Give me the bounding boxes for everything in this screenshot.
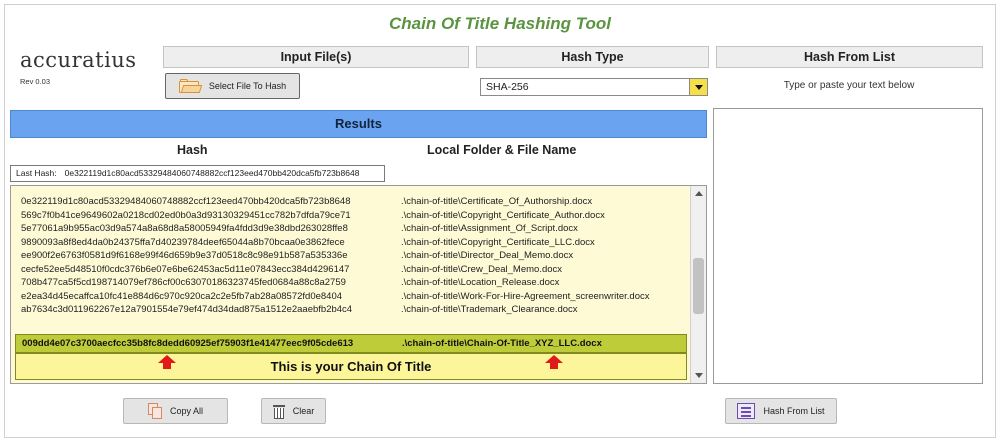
list-item[interactable]: e2ea34d45ecaffca10fc41e884d6c970c920ca2c… <box>21 290 649 303</box>
list-item[interactable]: 569c7f0b41ce9649602a0218cd02ed0b0a3d9313… <box>21 209 605 222</box>
row-file: .\chain-of-title\Work-For-Hire-Agreement… <box>401 290 650 302</box>
hash-column-header: Hash <box>177 143 208 157</box>
list-item[interactable]: ee900f2e6763f0581d9f6168e99f46d659b9e37d… <box>21 249 573 262</box>
row-hash: e2ea34d45ecaffca10fc41e884d6c970c920ca2c… <box>21 290 343 302</box>
list-item[interactable]: 9890093a8f8ed4da0b24375ffa7d40239784deef… <box>21 236 595 249</box>
copy-icon <box>147 403 162 419</box>
row-hash: 0e322119d1c80acd53329484060748882ccf123e… <box>21 196 351 207</box>
list-icon <box>737 403 756 419</box>
chevron-down-icon[interactable] <box>689 79 707 95</box>
hash-from-list-button[interactable]: Hash From List <box>725 398 837 424</box>
row-file: .\chain-of-title\Copyright_Certificate_A… <box>401 209 605 221</box>
folder-icon <box>178 79 203 93</box>
app-title: Chain Of Title Hashing Tool <box>389 14 611 33</box>
list-item[interactable]: 5e77061a9b955ac03d9a574a8a68d8a58005949f… <box>21 222 578 235</box>
row-file: .\chain-of-title\Copyright_Certificate_L… <box>401 236 595 248</box>
row-hash: 9890093a8f8ed4da0b24375ffa7d40239784deef… <box>21 236 345 248</box>
row-file: .\chain-of-title\Certificate_Of_Authorsh… <box>401 196 593 207</box>
row-file: .\chain-of-title\Director_Deal_Memo.docx <box>401 250 574 261</box>
chain-hash: 009dd4e07c3700aecfcc35b8fc8dedd60925ef75… <box>22 338 354 349</box>
input-files-header: Input File(s) <box>163 46 469 68</box>
hash-list-textarea[interactable] <box>713 108 983 384</box>
copy-all-button[interactable]: Copy All <box>123 398 228 424</box>
hash-type-header: Hash Type <box>476 46 709 68</box>
last-hash-value: 0e322119d1c80acd53329484060748882ccf123e… <box>64 168 360 178</box>
hash-from-list-header: Hash From List <box>716 46 983 68</box>
list-item[interactable]: 0e322119d1c80acd53329484060748882ccf123e… <box>21 195 592 208</box>
trash-icon <box>272 404 285 419</box>
chain-file: .\chain-of-title\Chain-Of-Title_XYZ_LLC.… <box>402 338 602 349</box>
row-file: .\chain-of-title\Trademark_Clearance.doc… <box>401 304 578 315</box>
chain-of-title-label: This is your Chain Of Title <box>270 359 432 374</box>
revision-label: Rev 0.03 <box>20 77 51 86</box>
list-item[interactable]: 708b477ca5f5cd198714079ef786cf00c6307018… <box>21 276 559 289</box>
scroll-up-icon[interactable] <box>691 186 706 201</box>
row-hash: 708b477ca5f5cd198714079ef786cf00c6307018… <box>21 277 346 288</box>
hash-from-list-label: Hash From List <box>763 406 825 416</box>
row-hash: 5e77061a9b955ac03d9a574a8a68d8a58005949f… <box>21 223 348 234</box>
arrow-up-icon <box>545 355 563 369</box>
hash-type-value: SHA-256 <box>486 81 529 93</box>
last-hash-label: Last Hash: <box>16 168 57 178</box>
select-file-label: Select File To Hash <box>208 81 287 91</box>
list-item[interactable]: cecfe52ee5d48510f0cdc376b6e07e6be62453ac… <box>21 263 562 276</box>
row-hash: ee900f2e6763f0581d9f6168e99f46d659b9e37d… <box>21 250 348 261</box>
chain-of-title-banner: This is your Chain Of Title <box>15 353 687 380</box>
list-item[interactable]: ab7634c3d011962267e12a7901554e79ef474d34… <box>21 303 578 316</box>
clear-label: Clear <box>292 406 315 416</box>
results-list[interactable]: 0e322119d1c80acd53329484060748882ccf123e… <box>10 185 707 384</box>
location-column-header: Local Folder & File Name <box>427 143 577 157</box>
hash-type-select[interactable]: SHA-256 <box>480 78 708 96</box>
row-file: .\chain-of-title\Crew_Deal_Memo.docx <box>401 263 563 275</box>
copy-all-label: Copy All <box>169 406 204 416</box>
row-hash: cecfe52ee5d48510f0cdc376b6e07e6be62453ac… <box>21 263 350 275</box>
row-file: .\chain-of-title\Assignment_Of_Script.do… <box>401 223 578 234</box>
select-file-button[interactable]: Select File To Hash <box>165 73 300 99</box>
row-hash: ab7634c3d011962267e12a7901554e79ef474d34… <box>21 304 353 315</box>
company-logo: accuratius <box>20 48 137 72</box>
row-file: .\chain-of-title\Location_Release.docx <box>401 277 560 288</box>
row-hash: 569c7f0b41ce9649602a0218cd02ed0b0a3d9313… <box>21 209 351 221</box>
scroll-down-icon[interactable] <box>691 368 706 383</box>
results-header: Results <box>10 110 707 138</box>
hash-list-hint: Type or paste your text below <box>783 80 915 91</box>
clear-button[interactable]: Clear <box>261 398 326 424</box>
scrollbar-thumb[interactable] <box>693 258 704 314</box>
vertical-scrollbar[interactable] <box>690 186 706 383</box>
last-hash-field: Last Hash: 0e322119d1c80acd53329484060748… <box>10 165 385 182</box>
chain-of-title-row[interactable]: 009dd4e07c3700aecfcc35b8fc8dedd60925ef75… <box>15 334 687 353</box>
